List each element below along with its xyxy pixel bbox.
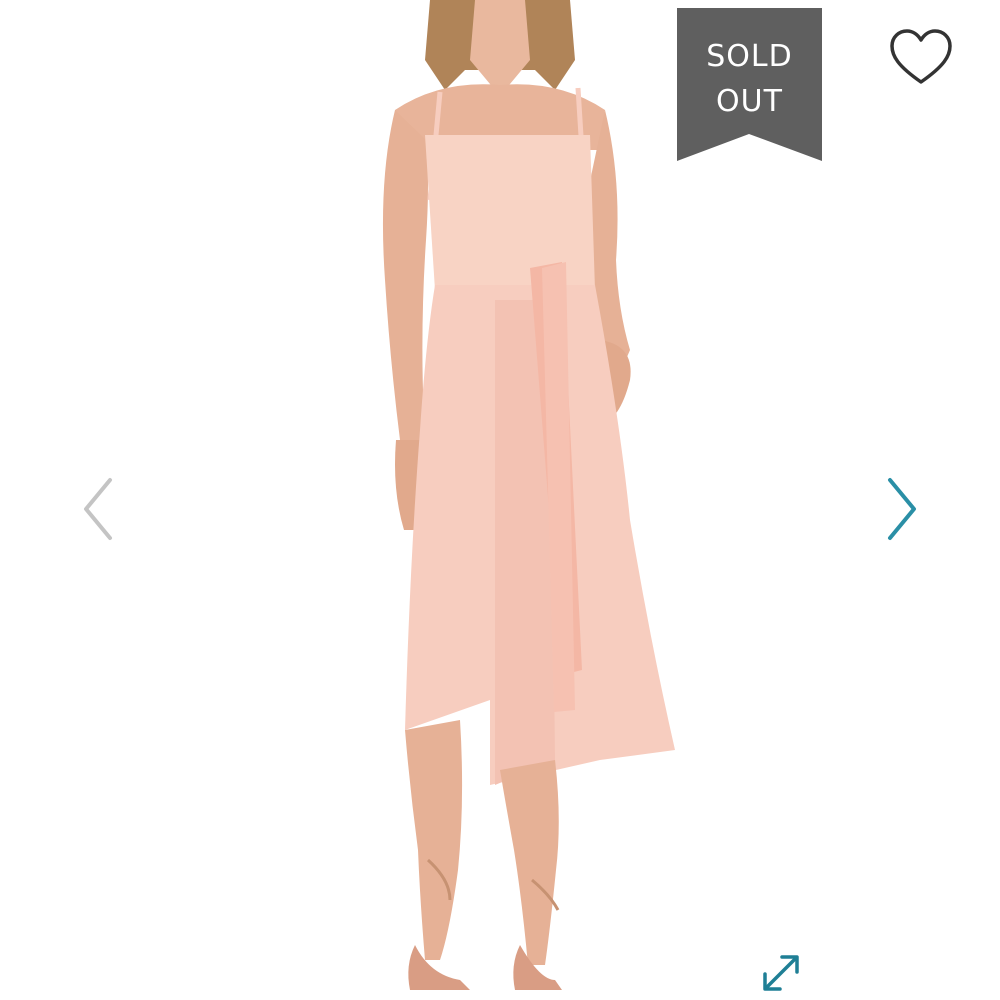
sold-out-badge: SOLD OUT bbox=[677, 8, 822, 161]
expand-arrows-icon bbox=[763, 955, 799, 991]
sold-out-line-1: SOLD bbox=[706, 39, 793, 74]
sold-out-line-2: OUT bbox=[716, 84, 783, 119]
expand-image-button[interactable] bbox=[758, 950, 804, 996]
wishlist-button[interactable] bbox=[888, 28, 954, 86]
next-image-button[interactable] bbox=[882, 474, 922, 544]
heart-outline-icon bbox=[890, 29, 952, 84]
chevron-left-icon bbox=[84, 478, 112, 540]
product-photo bbox=[382, 0, 675, 990]
previous-image-button[interactable] bbox=[78, 474, 118, 544]
chevron-right-icon bbox=[888, 478, 916, 540]
sold-out-label: SOLD OUT bbox=[677, 34, 822, 124]
product-image-viewer: SOLD OUT bbox=[0, 0, 1000, 1000]
